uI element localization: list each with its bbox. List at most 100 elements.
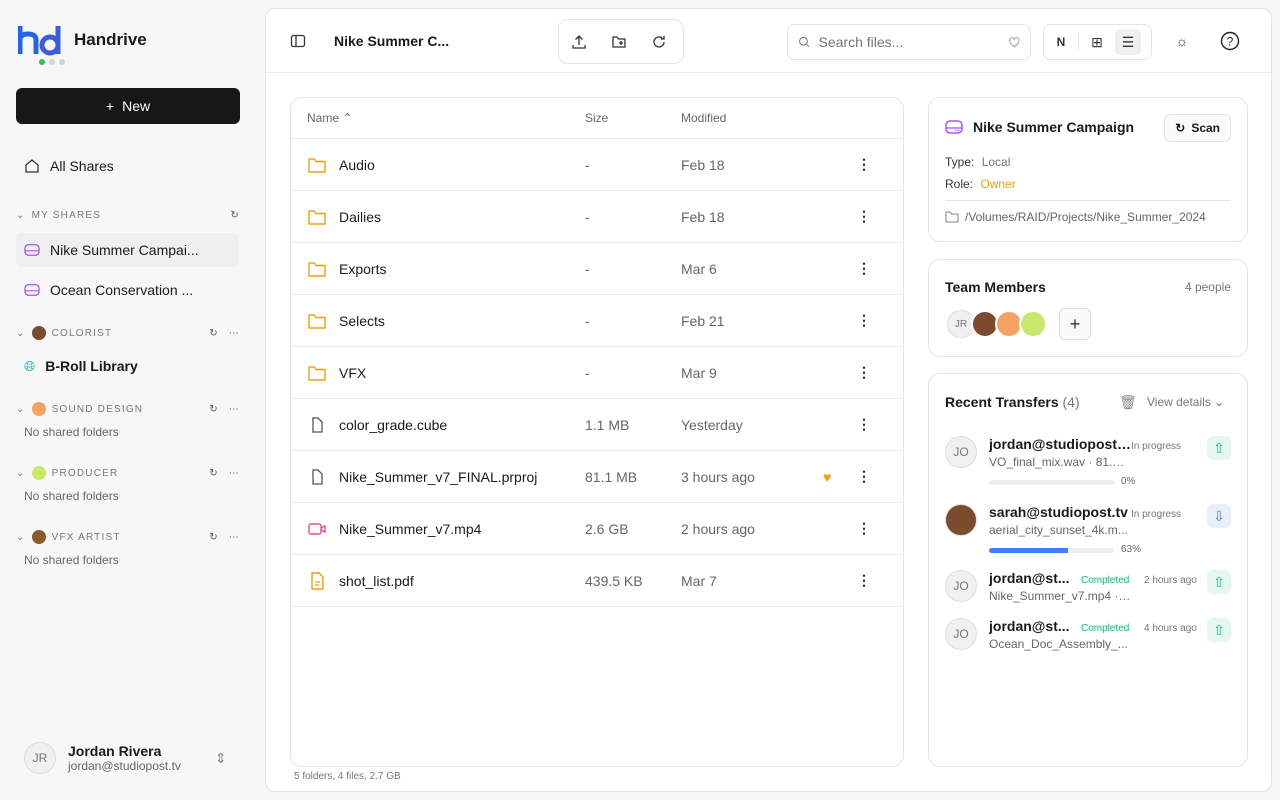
heart-icon[interactable] — [1008, 34, 1021, 50]
progress-label: 0% — [1121, 476, 1136, 487]
transfer-item[interactable]: sarah@studiopost.tv aerial_city_sunset_4… — [945, 504, 1231, 564]
upload-button[interactable] — [559, 27, 599, 57]
refresh-icon[interactable]: ↻ — [209, 328, 219, 339]
column-modified[interactable]: Modified — [681, 111, 726, 125]
more-options-icon[interactable]: ⋮ — [857, 312, 871, 329]
file-name[interactable]: Selects — [339, 313, 385, 329]
empty-state: No shared folders — [24, 489, 119, 503]
file-name[interactable]: Audio — [339, 157, 375, 173]
refresh-icon[interactable]: ↻ — [209, 404, 219, 415]
theme-toggle-button[interactable]: ☼ — [1162, 26, 1202, 56]
file-row[interactable]: Nike_Summer_v7.mp4 2.6 GB 2 hours ago ⋮ — [291, 503, 903, 555]
toggle-sidebar-button[interactable] — [278, 26, 318, 56]
sidebar-share-item[interactable]: Nike Summer Campai... — [16, 233, 239, 267]
transfer-item[interactable]: JO jordan@st... Ocean_Doc_Assembly_... C… — [945, 618, 1231, 678]
member-avatar[interactable] — [1019, 310, 1047, 338]
upload-icon[interactable]: ⇧ — [1207, 436, 1231, 460]
folder-icon — [308, 313, 326, 329]
avatar: JR — [24, 742, 56, 774]
empty-state: No shared folders — [24, 425, 119, 439]
more-options-icon[interactable]: ⋮ — [857, 520, 871, 537]
sun-icon: ☼ — [1175, 33, 1189, 49]
more-icon[interactable]: ⋯ — [229, 532, 240, 543]
member-section-header[interactable]: ⌄ SOUND DESIGN ↻ ⋯ — [16, 402, 240, 416]
transfer-status: In progress — [1131, 509, 1182, 520]
column-name[interactable]: Name ⌃ — [307, 111, 352, 125]
file-row[interactable]: Nike_Summer_v7_FINAL.prproj 81.1 MB 3 ho… — [291, 451, 903, 503]
refresh-icon[interactable]: ↻ — [209, 532, 219, 543]
upload-icon[interactable]: ⇧ — [1207, 618, 1231, 642]
help-button[interactable]: ? — [1210, 26, 1250, 56]
file-row[interactable]: Audio - Feb 18 ⋮ — [291, 139, 903, 191]
file-row[interactable]: Exports - Mar 6 ⋮ — [291, 243, 903, 295]
chevron-down-icon: ⌄ — [16, 210, 26, 221]
grid-view-button[interactable]: ⊞ — [1079, 27, 1115, 57]
file-name[interactable]: Exports — [339, 261, 386, 277]
more-options-icon[interactable]: ⋮ — [857, 572, 871, 589]
avatar: JO — [945, 618, 977, 650]
file-size: 2.6 GB — [585, 520, 629, 537]
progress-bar — [989, 480, 1114, 485]
chevron-down-icon: ⌄ — [16, 403, 26, 415]
list-view-button[interactable]: ☰ — [1115, 29, 1141, 55]
more-options-icon[interactable]: ⋮ — [857, 208, 871, 225]
transfer-item[interactable]: JO jordan@studiopost.tv VO_final_mix.wav… — [945, 436, 1231, 496]
favorite-heart-icon[interactable]: ♥ — [823, 469, 831, 485]
trash-icon: 🗑︎ — [1119, 394, 1137, 410]
team-title: Team Members — [945, 279, 1046, 295]
section-title: COLORIST — [51, 327, 113, 339]
add-member-button[interactable]: + — [1059, 308, 1091, 340]
transfer-status: Completed — [1081, 575, 1130, 586]
file-name[interactable]: Nike_Summer_v7.mp4 — [339, 521, 481, 537]
new-button[interactable]: + New — [16, 88, 240, 124]
view-details-label: View details — [1147, 395, 1211, 409]
member-section-header[interactable]: ⌄ VFX ARTIST ↻ ⋯ — [16, 530, 240, 544]
more-icon[interactable]: ⋯ — [229, 404, 240, 415]
sidebar-share-item[interactable]: 🌐︎ B-Roll Library — [16, 349, 239, 383]
refresh-button[interactable] — [639, 27, 679, 57]
user-menu[interactable]: JR Jordan Rivera jordan@studiopost.tv ⇕ — [24, 742, 227, 774]
scan-button[interactable]: ↻ Scan — [1164, 114, 1231, 142]
transfers-title: Recent Transfers — [945, 394, 1059, 410]
role-value: Owner — [980, 177, 1016, 191]
sidebar-share-item[interactable]: Ocean Conservation ... — [16, 273, 239, 307]
view-details-button[interactable]: View details ⌄ — [1147, 395, 1224, 409]
file-row[interactable]: VFX - Mar 9 ⋮ — [291, 347, 903, 399]
refresh-icon[interactable]: ↻ — [209, 468, 219, 479]
column-size[interactable]: Size — [585, 111, 608, 125]
file-name[interactable]: VFX — [339, 365, 366, 381]
more-icon[interactable]: ⋯ — [229, 328, 240, 339]
file-size: 81.1 MB — [585, 468, 638, 485]
file-name[interactable]: color_grade.cube — [339, 417, 447, 433]
file-name[interactable]: shot_list.pdf — [339, 573, 414, 589]
more-options-icon[interactable]: ⋮ — [857, 468, 871, 485]
my-shares-header[interactable]: ⌄ MY SHARES ↻ — [16, 210, 240, 221]
new-folder-button[interactable] — [599, 27, 639, 57]
drive-icon — [945, 120, 963, 134]
main-panel: Nike Summer C... N ⊞ ☰ ☼ ? Name ⌃ Size M… — [265, 8, 1272, 792]
download-icon[interactable]: ⇩ — [1207, 504, 1231, 528]
more-icon[interactable]: ⋯ — [229, 468, 240, 479]
more-options-icon[interactable]: ⋮ — [857, 416, 871, 433]
member-section-header[interactable]: ⌄ PRODUCER ↻ ⋯ — [16, 466, 240, 480]
file-name[interactable]: Nike_Summer_v7_FINAL.prproj — [339, 469, 537, 485]
clear-transfers-button[interactable]: 🗑︎ — [1119, 394, 1137, 411]
file-row[interactable]: shot_list.pdf 439.5 KB Mar 7 ⋮ — [291, 555, 903, 607]
file-row[interactable]: Dailies - Feb 18 ⋮ — [291, 191, 903, 243]
member-section-header[interactable]: ⌄ COLORIST ↻ ⋯ — [16, 326, 240, 340]
more-options-icon[interactable]: ⋮ — [857, 260, 871, 277]
upload-icon[interactable]: ⇧ — [1207, 570, 1231, 594]
sidebar-item-all-shares[interactable]: All Shares — [16, 149, 239, 183]
more-options-icon[interactable]: ⋮ — [857, 156, 871, 173]
transfer-user: jordan@st... — [989, 570, 1070, 586]
sort-by-name-button[interactable]: N — [1044, 27, 1078, 57]
role-label: Role: — [945, 177, 974, 191]
file-modified: Yesterday — [681, 416, 743, 433]
file-row[interactable]: Selects - Feb 21 ⋮ — [291, 295, 903, 347]
file-modified: Mar 9 — [681, 364, 717, 381]
file-row[interactable]: color_grade.cube 1.1 MB Yesterday ⋮ — [291, 399, 903, 451]
refresh-icon[interactable]: ↻ — [230, 210, 240, 221]
search-input[interactable] — [818, 34, 1000, 50]
more-options-icon[interactable]: ⋮ — [857, 364, 871, 381]
file-name[interactable]: Dailies — [339, 209, 381, 225]
